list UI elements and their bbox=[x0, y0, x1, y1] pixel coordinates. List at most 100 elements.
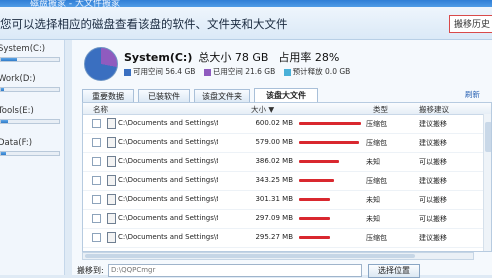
move-to-label: 搬移到: bbox=[77, 266, 104, 275]
move-advice: 可以搬移 bbox=[419, 196, 447, 204]
legend-release: 预计释放 0.0 GB bbox=[283, 67, 351, 76]
scroll-thumb[interactable] bbox=[485, 122, 491, 152]
row-checkbox[interactable] bbox=[92, 176, 101, 185]
legend-swatch bbox=[124, 68, 131, 76]
legend-used: 已用空间 21.6 GB bbox=[203, 67, 276, 76]
legend-swatch bbox=[283, 68, 291, 76]
header-description: 您可以选择相应的磁盘查看该盘的软件、文件夹和大文件 bbox=[0, 17, 288, 31]
tab-important-data[interactable]: 重要数据 bbox=[82, 89, 134, 102]
drive-usage-fill bbox=[1, 58, 18, 61]
table-row[interactable]: C:\Documents and Settings\t... 295.27 MB 压… bbox=[83, 229, 491, 248]
move-advice: 可以搬移 bbox=[419, 158, 447, 166]
tab-strip: 重要数据 已装软件 该盘文件夹 该盘大文件 bbox=[82, 88, 492, 103]
file-path: C:\Documents and Settings\t... bbox=[118, 157, 218, 165]
file-path: C:\Documents and Settings\t... bbox=[118, 176, 218, 184]
file-path: C:\Documents and Settings\t... bbox=[118, 214, 218, 222]
table-row[interactable]: C:\Documents and Settings\t... 343.25 MB 压… bbox=[83, 172, 491, 191]
vertical-scrollbar[interactable] bbox=[483, 114, 491, 251]
tab-installed-software[interactable]: 已装软件 bbox=[138, 89, 190, 102]
table-row[interactable]: C:\Documents and Settings\t... 579.00 MB 压… bbox=[83, 134, 491, 153]
file-size-bar bbox=[299, 141, 359, 144]
tab-large-files[interactable]: 该盘大文件 bbox=[254, 88, 318, 102]
legend-used-label: 已用空间 21.6 GB bbox=[212, 67, 276, 76]
legend-free-label: 可用空间 56.4 GB bbox=[133, 67, 196, 76]
table-header: 名称 大小 ▼ 类型 搬移建议 bbox=[83, 103, 491, 115]
sidebar-drive-c[interactable]: System(C:) bbox=[0, 44, 64, 74]
row-checkbox[interactable] bbox=[92, 214, 101, 223]
move-advice: 建议搬移 bbox=[419, 234, 447, 242]
scroll-thumb[interactable] bbox=[85, 254, 415, 258]
main-panel: System(C:) 总大小 78 GB 占用率 28% 可用空间 56.4 GB … bbox=[72, 40, 492, 278]
column-advice[interactable]: 搬移建议 bbox=[419, 104, 449, 115]
file-type: 压缩包 bbox=[366, 120, 387, 128]
table-row[interactable]: C:\Documents and Settings\t... 301.31 MB 未… bbox=[83, 191, 491, 210]
file-size: 295.27 MB bbox=[255, 233, 293, 241]
move-to-bar: 搬移到: D:\QQPCmgr 选择位置 bbox=[72, 262, 492, 278]
file-size: 579.00 MB bbox=[255, 138, 293, 146]
drive-label: Data(F:) bbox=[0, 138, 33, 148]
file-path: C:\Documents and Settings\t... bbox=[118, 233, 218, 241]
move-advice: 建议搬移 bbox=[419, 139, 447, 147]
refresh-link[interactable]: 刷新 bbox=[465, 89, 480, 100]
file-type: 压缩包 bbox=[366, 139, 387, 147]
drive-label: Tools(E:) bbox=[0, 106, 34, 116]
row-checkbox[interactable] bbox=[92, 157, 101, 166]
space-legend: 可用空间 56.4 GB 已用空间 21.6 GB 预计释放 0.0 GB bbox=[124, 66, 356, 77]
drive-sidebar: System(C:) Work(D:) Tools(E:) Data(F:) bbox=[0, 40, 65, 275]
header-bar: 您可以选择相应的磁盘查看该盘的软件、文件夹和大文件 搬移历史 bbox=[0, 7, 492, 40]
file-icon bbox=[107, 156, 116, 167]
file-size-bar bbox=[299, 217, 330, 220]
table-row[interactable]: C:\Documents and Settings\t... 600.02 MB 压… bbox=[83, 115, 491, 134]
column-size[interactable]: 大小 ▼ bbox=[251, 104, 274, 115]
sidebar-drive-f[interactable]: Data(F:) bbox=[0, 138, 64, 168]
file-type: 未知 bbox=[366, 158, 380, 166]
drive-name: System(C:) bbox=[124, 51, 193, 64]
file-size: 386.02 MB bbox=[255, 157, 293, 165]
column-type[interactable]: 类型 bbox=[373, 104, 388, 115]
file-size: 343.25 MB bbox=[255, 176, 293, 184]
sidebar-drive-d[interactable]: Work(D:) bbox=[0, 74, 64, 104]
file-icon bbox=[107, 175, 116, 186]
move-to-path-field[interactable]: D:\QQPCmgr bbox=[108, 264, 362, 277]
legend-free: 可用空间 56.4 GB bbox=[124, 67, 195, 76]
drive-label: Work(D:) bbox=[0, 74, 36, 84]
file-type: 未知 bbox=[366, 215, 380, 223]
drive-usage-bar bbox=[0, 119, 60, 124]
legend-release-label: 预计释放 0.0 GB bbox=[292, 67, 351, 76]
sidebar-drive-e[interactable]: Tools(E:) bbox=[0, 106, 64, 136]
table-row[interactable]: C:\Documents and Settings\t... 386.02 MB 未… bbox=[83, 153, 491, 172]
choose-location-button[interactable]: 选择位置 bbox=[368, 264, 420, 278]
drive-usage-bar bbox=[0, 57, 60, 62]
file-type: 压缩包 bbox=[366, 177, 387, 185]
drive-label: System(C:) bbox=[0, 44, 46, 54]
drive-total-size: 总大小 78 GB bbox=[198, 51, 269, 64]
table-row[interactable]: C:\Documents and Settings\t... 297.09 MB 未… bbox=[83, 210, 491, 229]
horizontal-scrollbar[interactable] bbox=[82, 252, 474, 260]
large-files-table: 名称 大小 ▼ 类型 搬移建议 C:\Documents and Setting… bbox=[82, 102, 492, 252]
file-path: C:\Documents and Settings\t... bbox=[118, 138, 218, 146]
file-size-bar bbox=[299, 122, 361, 125]
file-icon bbox=[107, 232, 116, 243]
file-icon bbox=[107, 137, 116, 148]
drive-usage-fill bbox=[1, 88, 4, 91]
move-history-button[interactable]: 搬移历史 bbox=[449, 15, 492, 33]
drive-usage-rate: 占用率 28% bbox=[278, 51, 340, 64]
file-path: C:\Documents and Settings\t... bbox=[118, 195, 218, 203]
tab-drive-folders[interactable]: 该盘文件夹 bbox=[194, 89, 250, 102]
legend-swatch bbox=[203, 68, 211, 76]
row-checkbox[interactable] bbox=[92, 195, 101, 204]
file-icon bbox=[107, 118, 116, 129]
drive-usage-fill bbox=[1, 120, 8, 123]
move-advice: 建议搬移 bbox=[419, 177, 447, 185]
file-icon bbox=[107, 194, 116, 205]
file-path: C:\Documents and Settings\t... bbox=[118, 119, 218, 127]
move-advice: 建议搬移 bbox=[419, 120, 447, 128]
column-name[interactable]: 名称 bbox=[93, 104, 108, 115]
file-type: 未知 bbox=[366, 196, 380, 204]
drive-usage-bar bbox=[0, 87, 60, 92]
row-checkbox[interactable] bbox=[92, 138, 101, 147]
row-checkbox[interactable] bbox=[92, 119, 101, 128]
file-size: 600.02 MB bbox=[255, 119, 293, 127]
row-checkbox[interactable] bbox=[92, 233, 101, 242]
move-advice: 可以搬移 bbox=[419, 215, 447, 223]
